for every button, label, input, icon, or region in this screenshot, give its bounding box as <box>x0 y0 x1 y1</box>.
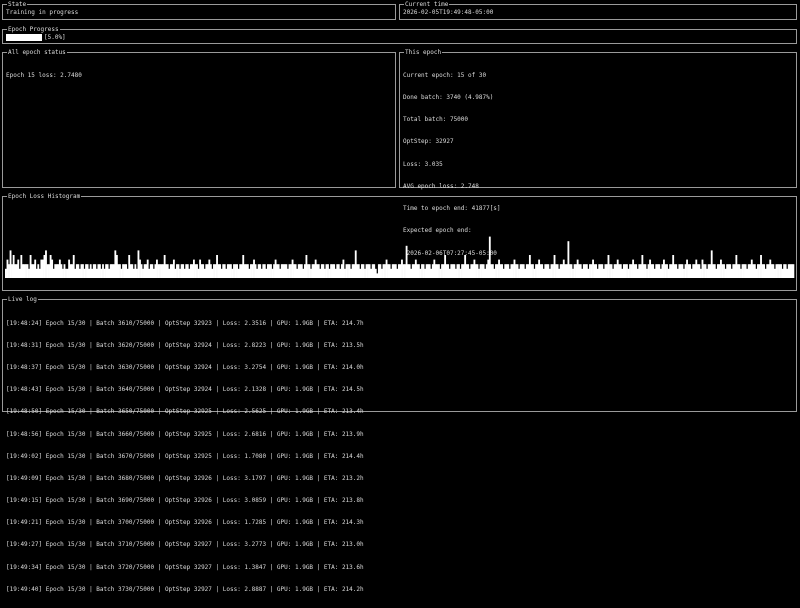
this-epoch-panel: This epoch Current epoch: 15 of 30 Done … <box>399 49 797 257</box>
log-line: [19:48:43] Epoch 15/30 | Batch 3640/7500… <box>6 386 364 394</box>
log-line: [19:48:50] Epoch 15/30 | Batch 3650/7500… <box>6 408 364 416</box>
loss-histogram-panel: Epoch Loss Histogram <box>2 193 797 291</box>
log-line: [19:48:24] Epoch 15/30 | Batch 3610/7500… <box>6 319 364 327</box>
current-time-panel: Current time 2026-02-05T19:49:48-05:00 <box>399 1 797 20</box>
epoch-progress-percent: [5.0%] <box>44 34 66 41</box>
live-log-title: Live log <box>7 296 38 303</box>
state-title: State <box>7 1 28 8</box>
log-line: [19:49:15] Epoch 15/30 | Batch 3690/7500… <box>6 497 364 505</box>
live-log-lines[interactable]: [19:48:24] Epoch 15/30 | Batch 3610/7500… <box>6 305 793 608</box>
histogram-bar <box>792 264 795 278</box>
log-line: [19:48:37] Epoch 15/30 | Batch 3630/7500… <box>6 364 364 372</box>
epoch-progress-panel: Epoch Progress [5.0%] <box>2 26 797 44</box>
log-line: [19:49:02] Epoch 15/30 | Batch 3670/7500… <box>6 452 364 460</box>
state-panel: State Training in progress <box>2 1 396 20</box>
loss-histogram-chart <box>5 236 795 278</box>
state-value: Training in progress <box>6 9 79 16</box>
this-epoch-loss: Loss: 3.035 <box>403 160 443 168</box>
this-epoch-total-batch: Total batch: 75000 <box>403 116 469 124</box>
log-line: [19:48:56] Epoch 15/30 | Batch 3660/7500… <box>6 430 364 438</box>
this-epoch-optstep: OptStep: 32927 <box>403 138 454 146</box>
epoch-progress-title: Epoch Progress <box>7 26 60 33</box>
all-epoch-status-panel: All epoch status Epoch 15 loss: 2.7480 <box>2 49 396 188</box>
epoch-progress-bar <box>6 34 42 41</box>
log-line: [19:48:31] Epoch 15/30 | Batch 3620/7500… <box>6 341 364 349</box>
all-epoch-status-title: All epoch status <box>7 49 67 56</box>
live-log-panel: Live log [19:48:24] Epoch 15/30 | Batch … <box>2 296 797 593</box>
log-line: [19:49:21] Epoch 15/30 | Batch 3700/7500… <box>6 519 364 527</box>
log-line: [19:49:40] Epoch 15/30 | Batch 3730/7500… <box>6 585 364 593</box>
log-line: [19:49:34] Epoch 15/30 | Batch 3720/7500… <box>6 563 364 571</box>
all-epoch-status-line: Epoch 15 loss: 2.7480 <box>6 71 82 79</box>
current-time-value: 2026-02-05T19:49:48-05:00 <box>403 9 494 16</box>
this-epoch-current: Current epoch: 15 of 30 <box>403 71 487 79</box>
this-epoch-done-batch: Done batch: 3740 (4.987%) <box>403 94 494 102</box>
log-line: [19:49:09] Epoch 15/30 | Batch 3680/7500… <box>6 474 364 482</box>
log-line: [19:49:27] Epoch 15/30 | Batch 3710/7500… <box>6 541 364 549</box>
this-epoch-title: This epoch <box>404 49 443 56</box>
current-time-title: Current time <box>404 1 450 8</box>
all-epoch-status-lines: Epoch 15 loss: 2.7480 <box>6 57 392 94</box>
this-epoch-avg-loss: AVG epoch loss: 2.748 <box>403 182 479 190</box>
